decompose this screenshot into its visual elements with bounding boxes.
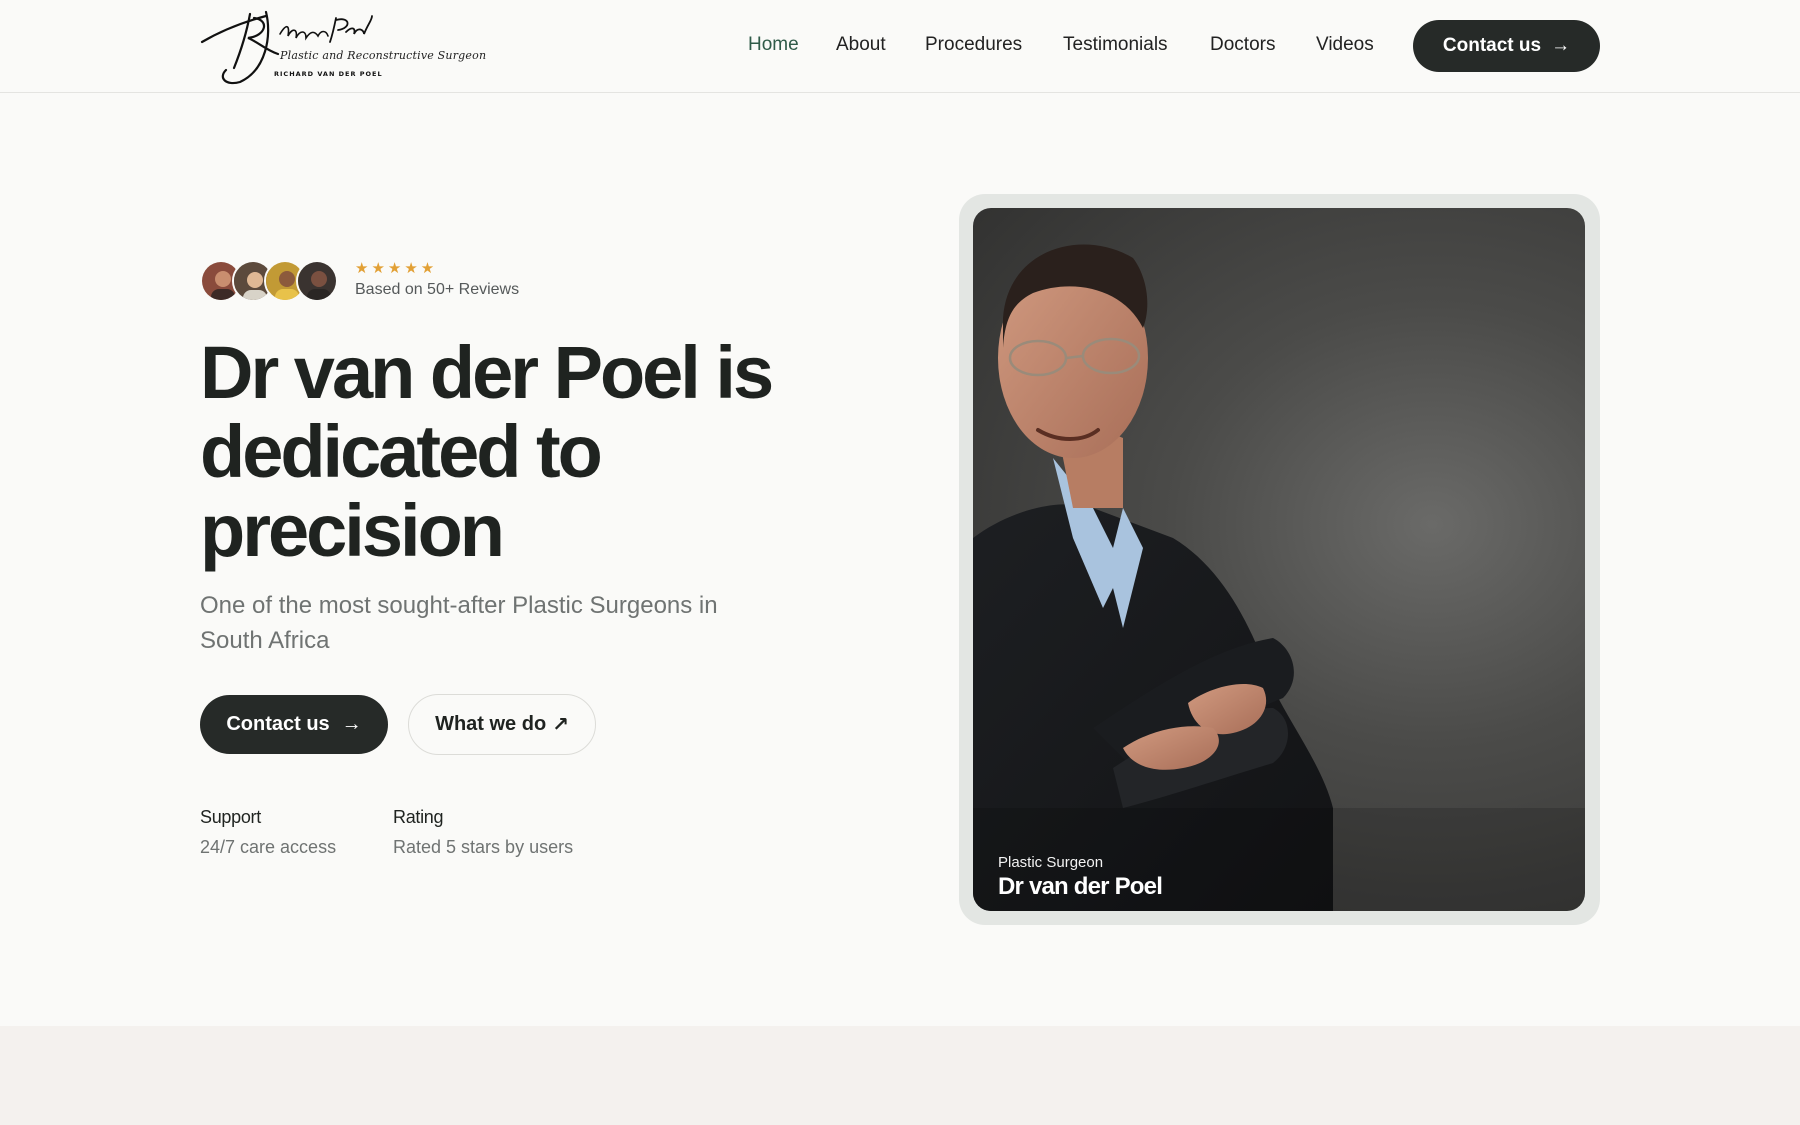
next-section-band <box>0 1026 1800 1125</box>
hero-headline: Dr van der Poel is dedicated to precisio… <box>200 331 774 572</box>
photo-role: Plastic Surgeon <box>998 854 1104 871</box>
doctor-photo-card: Plastic Surgeon Dr van der Poel <box>959 194 1600 925</box>
arrow-right-icon: → <box>341 713 362 735</box>
rating-stars: ★★★★★ <box>355 260 438 277</box>
logo-subtitle: Plastic and Reconstructive Surgeon <box>280 49 487 62</box>
what-we-do-label: What we do <box>435 713 547 735</box>
stat-support-value: 24/7 care access <box>200 837 337 857</box>
nav-doctors[interactable]: Doctors <box>1210 34 1275 56</box>
doctor-portrait-illustration <box>973 244 1585 911</box>
stat-rating-value: Rated 5 stars by users <box>393 837 574 857</box>
contact-button-label: Contact us <box>226 713 330 735</box>
arrow-up-right-icon: ↗ <box>552 714 569 736</box>
nav-testimonials[interactable]: Testimonials <box>1063 34 1168 56</box>
arrow-right-icon: → <box>1551 35 1571 56</box>
hero-subhead: One of the most sought-after Plastic Sur… <box>200 592 718 654</box>
site-header: Plastic and Reconstructive Surgeon RICHA… <box>0 0 1800 93</box>
nav-home[interactable]: Home <box>748 34 799 56</box>
header-contact-label: Contact us <box>1442 35 1542 56</box>
logo-name: RICHARD VAN DER POEL <box>274 70 383 78</box>
logo[interactable]: Plastic and Reconstructive Surgeon RICHA… <box>196 6 486 86</box>
nav-procedures[interactable]: Procedures <box>925 34 1022 56</box>
contact-button[interactable]: Contact us → <box>200 695 388 754</box>
nav-videos[interactable]: Videos <box>1316 34 1374 56</box>
avatar <box>296 260 338 302</box>
photo-name: Dr van der Poel <box>998 873 1163 900</box>
reviewer-avatars <box>200 260 340 302</box>
what-we-do-button[interactable]: What we do ↗ <box>408 694 596 755</box>
header-contact-button[interactable]: Contact us → <box>1413 20 1600 72</box>
stat-rating-label: Rating <box>393 807 444 827</box>
reviews-count: Based on 50+ Reviews <box>355 281 520 298</box>
stat-support-label: Support <box>200 807 261 827</box>
doctor-photo: Plastic Surgeon Dr van der Poel <box>973 208 1585 911</box>
nav-about[interactable]: About <box>836 34 886 56</box>
